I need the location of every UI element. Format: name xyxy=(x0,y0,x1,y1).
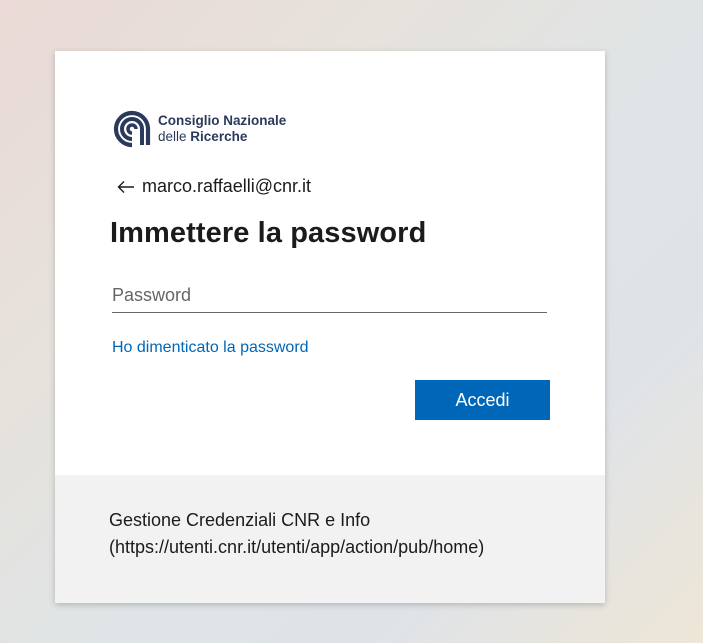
back-arrow-icon[interactable] xyxy=(116,177,136,197)
logo-line2: delle Ricerche xyxy=(158,129,286,145)
logo-line2-prefix: delle xyxy=(158,129,187,144)
identity-banner: marco.raffaelli@cnr.it xyxy=(116,176,311,197)
logo-line1: Consiglio Nazionale xyxy=(158,113,287,128)
logo-wordmark: Consiglio Nazionale delle Ricerche xyxy=(158,113,286,145)
cnr-logo: Consiglio Nazionale delle Ricerche xyxy=(112,109,286,149)
footer-text: Gestione Credenziali CNR e Info (https:/… xyxy=(109,507,484,561)
password-input[interactable] xyxy=(112,277,547,313)
footer-line1: Gestione Credenziali CNR e Info xyxy=(109,510,371,530)
logo-line2-bold: Ricerche xyxy=(190,129,248,144)
cnr-logo-icon xyxy=(112,109,152,149)
page-title: Immettere la password xyxy=(110,217,427,249)
footer-panel: Gestione Credenziali CNR e Info (https:/… xyxy=(55,475,605,603)
footer-line2: (https://utenti.cnr.it/utenti/app/action… xyxy=(109,537,485,557)
identity-email: marco.raffaelli@cnr.it xyxy=(142,176,311,196)
signin-card: Consiglio Nazionale delle Ricerche marco… xyxy=(55,51,605,603)
forgot-password-link[interactable]: Ho dimenticato la password xyxy=(112,339,309,357)
submit-button[interactable]: Accedi xyxy=(415,380,550,420)
